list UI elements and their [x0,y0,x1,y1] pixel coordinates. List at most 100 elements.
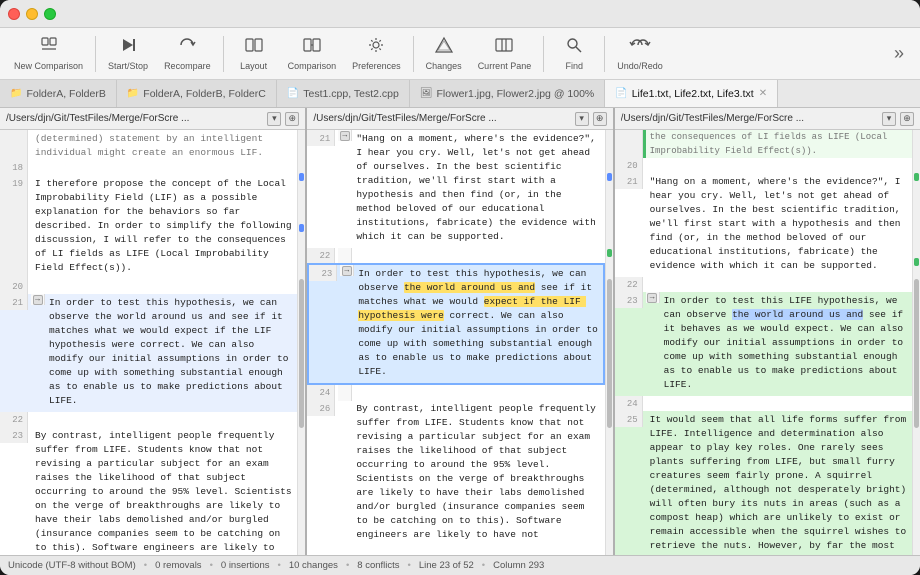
pane-center-content[interactable]: 21 → "Hang on a moment, where's the evid… [307,130,604,555]
change-action-icon-c2[interactable]: → [342,266,352,276]
table-row: 23 By contrast, intelligent people frequ… [0,427,297,555]
change-action-icon[interactable]: → [33,295,43,305]
new-comparison-label: New Comparison [14,61,83,71]
pane-left: /Users/djn/Git/TestFiles/Merge/ForScre .… [0,108,307,555]
table-row: the consequences of LI fields as LIFE (L… [615,130,912,158]
find-icon [565,36,583,59]
pane-center-path: /Users/djn/Git/TestFiles/Merge/ForScre .… [313,113,570,124]
pane-center-text: 21 → "Hang on a moment, where's the evid… [307,130,604,546]
change-action-icon-c1[interactable]: → [340,131,350,141]
tabbar: 📁 FolderA, FolderB 📁 FolderA, FolderB, F… [0,80,920,108]
minimize-button[interactable] [26,8,38,20]
undo-redo-button[interactable]: Undo/Redo [611,32,669,75]
start-stop-label: Start/Stop [108,61,148,71]
changes-label: Changes [426,61,462,71]
pane-right: /Users/djn/Git/TestFiles/Merge/ForScre .… [615,108,920,555]
scrollbar-thumb[interactable] [299,279,304,428]
tab-close-button[interactable]: ✕ [759,88,767,99]
pane-right-content[interactable]: the consequences of LI fields as LIFE (L… [615,130,912,555]
maximize-button[interactable] [44,8,56,20]
toolbar-divider-1 [95,36,96,72]
layout-icon [245,36,263,59]
status-encoding: Unicode (UTF-8 without BOM) [8,560,136,571]
app-window: New Comparison Start/Stop Recompare Layo… [0,0,920,575]
pane-left-header: /Users/djn/Git/TestFiles/Merge/ForScre .… [0,108,305,130]
start-stop-button[interactable]: Start/Stop [102,32,154,75]
status-line: Line 23 of 52 [419,560,474,571]
table-row: 19 I therefore propose the concept of th… [0,175,297,279]
pane-center-header: /Users/djn/Git/TestFiles/Merge/ForScre .… [307,108,612,130]
table-row: 25 It would seem that all life forms suf… [615,411,912,555]
table-row: (determined) statement by an intelligent… [0,130,297,160]
tab-folder-abc[interactable]: 📁 FolderA, FolderB, FolderC [117,80,277,108]
pane-right-expand[interactable]: ⊕ [900,112,914,126]
pane-center-dropdown[interactable]: ▾ [575,112,589,126]
tab-folder-abc-label: FolderA, FolderB, FolderC [143,88,266,100]
comparison-icon [303,36,321,59]
image-icon: 🖼 [420,88,433,99]
table-row: 22 [615,277,912,292]
pane-right-text: the consequences of LI fields as LIFE (L… [615,130,912,555]
pane-left-expand[interactable]: ⊕ [285,112,299,126]
table-row: 20 [0,279,297,294]
current-pane-button[interactable]: Current Pane [472,32,538,75]
new-comparison-icon [40,36,58,59]
recompare-icon [178,36,196,59]
pane-left-path: /Users/djn/Git/TestFiles/Merge/ForScre .… [6,113,263,124]
tab-test-cpp[interactable]: 📄 Test1.cpp, Test2.cpp [277,80,410,108]
pane-right-scrollbar[interactable] [912,130,920,555]
comparison-button[interactable]: Comparison [282,32,343,75]
tab-life-txt-label: Life1.txt, Life2.txt, Life3.txt [632,88,754,100]
changes-button[interactable]: Changes [420,32,468,75]
changes-icon [435,36,453,59]
layout-button[interactable]: Layout [230,32,278,75]
pane-left-scrollbar[interactable] [297,130,305,555]
table-row: 23 → In order to test this LIFE hypothes… [615,292,912,396]
table-row: 22 [307,248,604,263]
pane-center-expand[interactable]: ⊕ [593,112,607,126]
tab-life-txt[interactable]: 📄 Life1.txt, Life2.txt, Life3.txt ✕ [605,80,778,108]
pane-center-scrollbar[interactable] [605,130,613,555]
recompare-button[interactable]: Recompare [158,32,217,75]
change-action-icon-r1[interactable]: → [647,293,657,303]
pane-right-scroll-area: the consequences of LI fields as LIFE (L… [615,130,920,555]
tab-flower-jpg[interactable]: 🖼 Flower1.jpg, Flower2.jpg @ 100% [410,80,605,108]
folder-icon: 📁 [10,88,22,99]
status-changes: 10 changes [289,560,338,571]
table-row: 24 [615,396,912,411]
content-area: /Users/djn/Git/TestFiles/Merge/ForScre .… [0,108,920,555]
preferences-label: Preferences [352,61,401,71]
pane-left-dropdown[interactable]: ▾ [267,112,281,126]
recompare-label: Recompare [164,61,211,71]
start-stop-icon [119,36,137,59]
new-comparison-button[interactable]: New Comparison [8,32,89,75]
table-row: 18 [0,160,297,175]
table-row: 21 → "Hang on a moment, where's the evid… [307,130,604,248]
file-icon: 📄 [287,88,299,99]
scrollbar-thumb-right[interactable] [914,279,919,428]
scrollbar-thumb-center[interactable] [607,279,612,428]
pane-right-path: /Users/djn/Git/TestFiles/Merge/ForScre .… [621,113,878,124]
toolbar: New Comparison Start/Stop Recompare Layo… [0,28,920,80]
layout-label: Layout [240,61,267,71]
table-row: 26 By contrast, intelligent people frequ… [307,400,604,546]
statusbar: Unicode (UTF-8 without BOM) • 0 removals… [0,555,920,575]
current-pane-icon [495,36,513,59]
find-button[interactable]: Find [550,32,598,75]
pane-right-dropdown[interactable]: ▾ [882,112,896,126]
pane-left-scroll-area: (determined) statement by an intelligent… [0,130,305,555]
undo-redo-label: Undo/Redo [617,61,663,71]
tab-folder-ab[interactable]: 📁 FolderA, FolderB [0,80,117,108]
traffic-lights [8,8,56,20]
file-icon-2: 📄 [615,88,627,99]
pane-left-content[interactable]: (determined) statement by an intelligent… [0,130,297,555]
status-removals: 0 removals [155,560,201,571]
close-button[interactable] [8,8,20,20]
toolbar-overflow-button[interactable]: » [886,39,912,68]
preferences-button[interactable]: Preferences [346,32,407,75]
table-row: 22 [0,412,297,427]
folder-icon-2: 📁 [127,88,139,99]
status-insertions: 0 insertions [221,560,270,571]
current-pane-label: Current Pane [478,61,532,71]
pane-center: /Users/djn/Git/TestFiles/Merge/ForScre .… [307,108,614,555]
